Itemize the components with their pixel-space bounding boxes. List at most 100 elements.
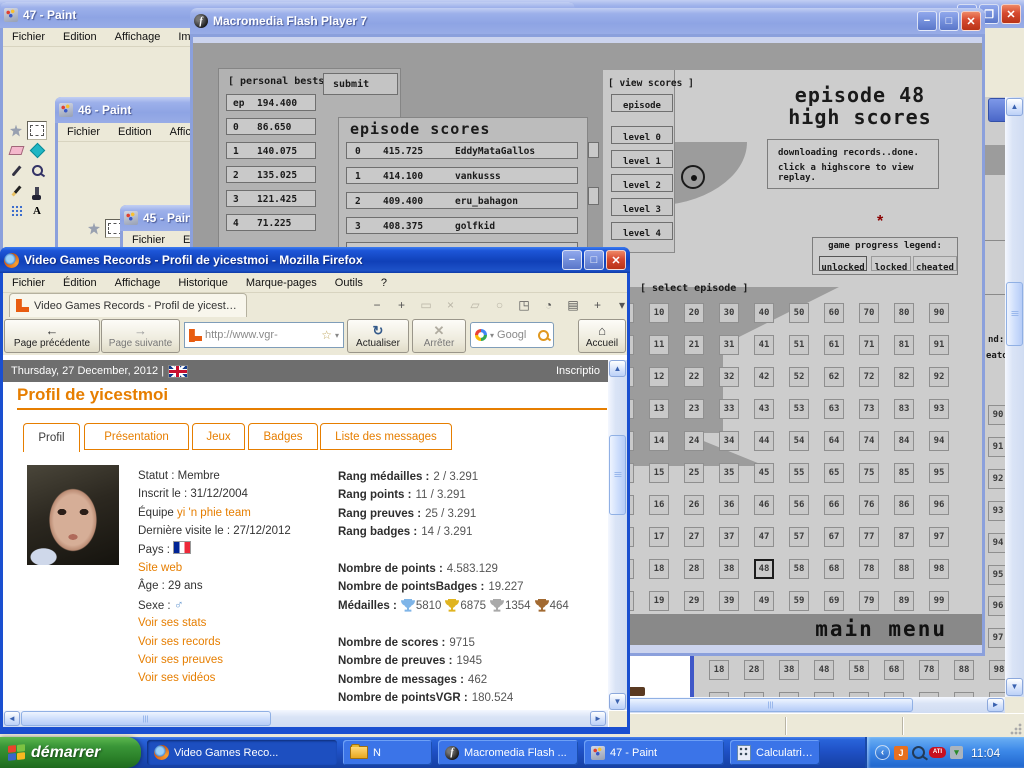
resize-grip[interactable] [1009, 722, 1022, 735]
scroll-up-icon[interactable]: ▲ [609, 360, 626, 377]
episode-cell[interactable]: 51 [789, 335, 809, 355]
episode-cell[interactable]: 39 [719, 591, 739, 611]
text-tool[interactable]: A [27, 201, 47, 220]
magnifier-icon[interactable] [912, 746, 925, 759]
url-field[interactable]: http://www.vgr- ☆ ▾ [184, 322, 344, 348]
episode-cell[interactable]: 29 [684, 591, 704, 611]
titlebar[interactable]: Video Games Records - Profil de yicestmo… [0, 247, 630, 273]
episode-cell[interactable]: 68 [884, 660, 904, 680]
menu-item[interactable]: Affichage [106, 275, 170, 291]
episode-cell[interactable]: 85 [894, 463, 914, 483]
menu-item[interactable]: ? [372, 275, 396, 291]
scroll-down-icon[interactable]: ▼ [1006, 678, 1023, 696]
vertical-scrollbar[interactable]: ▲ ▼ [1005, 97, 1024, 697]
back-button[interactable]: ← Page précédente [4, 319, 100, 353]
episode-cell[interactable]: 53 [789, 399, 809, 419]
menu-item[interactable]: Edition [54, 29, 106, 45]
taskbar-button[interactable]: N [343, 740, 432, 765]
menu-item[interactable]: Affichage [106, 29, 170, 45]
episode-cell[interactable]: 40 [754, 303, 774, 323]
episode-score-row[interactable]: 1 414.100 vankusss [346, 167, 578, 184]
episode-cell[interactable]: 90 [929, 303, 949, 323]
episode-cell[interactable]: 59 [789, 591, 809, 611]
tab-profil[interactable]: Profil [23, 423, 80, 452]
episode-cell[interactable]: 18 [709, 660, 729, 680]
episode-cell[interactable]: 61 [824, 335, 844, 355]
episode-cell[interactable]: 89 [894, 591, 914, 611]
view-scores-button[interactable]: level 0 [611, 126, 673, 144]
personal-best-row[interactable]: 2 135.025 [226, 166, 316, 183]
episode-cell[interactable]: 98 [929, 559, 949, 579]
episode-score-row[interactable]: 0 415.725 EddyMataGallos [346, 142, 578, 159]
free-select-tool[interactable] [6, 121, 26, 140]
tray-collapse-chevron-icon[interactable]: ‹ [875, 745, 890, 760]
profile-link[interactable]: Voir ses vidéos [138, 672, 215, 684]
episode-cell[interactable]: 65 [824, 463, 844, 483]
menu-item[interactable]: Outils [326, 275, 372, 291]
refresh-button[interactable]: ↻ Actualiser [347, 319, 409, 353]
airbrush-tool[interactable] [6, 201, 26, 220]
taskbar-button[interactable]: Calculatrice [730, 740, 820, 765]
stop-button[interactable]: ✕ Arrêter [412, 319, 466, 353]
episode-cell[interactable]: 87 [894, 527, 914, 547]
view-scores-button[interactable]: level 1 [611, 150, 673, 168]
taskbar-button[interactable]: 47 - Paint [584, 740, 724, 765]
url-dropdown-icon[interactable]: ▾ [335, 331, 339, 340]
bookmark-star-icon[interactable]: ☆ [321, 328, 332, 342]
episode-cell[interactable]: 33 [719, 399, 739, 419]
personal-best-row[interactable]: 0 86.650 [226, 118, 316, 135]
scrollbar-thumb[interactable] [21, 711, 271, 726]
episode-cell[interactable]: 34 [719, 431, 739, 451]
episode-cell[interactable]: 99 [929, 591, 949, 611]
episode-cell[interactable]: 67 [824, 527, 844, 547]
episode-cell[interactable]: 75 [859, 463, 879, 483]
episode-cell[interactable]: 20 [684, 303, 704, 323]
browser-tab[interactable]: Video Games Records - Profil de yicestmo… [9, 293, 247, 317]
episode-cell[interactable]: 60 [824, 303, 844, 323]
episode-cell[interactable]: 96 [929, 495, 949, 515]
paste-icon[interactable]: ▭ [416, 297, 436, 313]
episode-cell[interactable]: 64 [824, 431, 844, 451]
minimize-button[interactable]: − [917, 11, 937, 31]
view-scores-button[interactable]: level 3 [611, 198, 673, 216]
tab-jeux[interactable]: Jeux [192, 423, 245, 450]
episode-score-row[interactable]: 3 408.375 golfkid [346, 217, 578, 234]
episode-cell[interactable]: 78 [919, 660, 939, 680]
scroll-right-icon[interactable]: ► [987, 698, 1004, 712]
episode-cell[interactable]: 92 [929, 367, 949, 387]
brush-tool[interactable] [27, 181, 47, 200]
print-icon[interactable]: ▤ [563, 297, 583, 313]
episode-cell[interactable]: 82 [894, 367, 914, 387]
horizontal-scrollbar[interactable]: ► [575, 697, 1005, 713]
java-icon[interactable]: J [894, 745, 908, 760]
episode-cell[interactable]: 52 [789, 367, 809, 387]
profile-link[interactable]: yi 'n phie team [177, 507, 251, 519]
resize-grip[interactable] [609, 711, 627, 727]
horizontal-scrollbar[interactable]: ◄ ► [3, 710, 608, 727]
episode-cell[interactable]: 28 [684, 559, 704, 579]
episode-cell[interactable]: 45 [754, 463, 774, 483]
device-icon[interactable]: ▾ [950, 746, 963, 759]
episode-cell[interactable]: 23 [684, 399, 704, 419]
scroll-down-icon[interactable]: ▼ [609, 693, 626, 710]
episode-cell[interactable]: 47 [754, 527, 774, 547]
episode-cell[interactable]: 73 [859, 399, 879, 419]
search-field[interactable]: ▾ Googl [470, 322, 554, 348]
taskbar-button[interactable]: Macromedia Flash ... [438, 740, 578, 765]
ati-icon[interactable]: ATI [929, 747, 946, 758]
episode-cell[interactable]: 30 [719, 303, 739, 323]
menu-item[interactable]: Fichier [3, 29, 54, 45]
legend-item-locked[interactable]: locked [871, 256, 911, 273]
rect-select-tool[interactable] [27, 121, 47, 140]
scroll-up-icon[interactable]: ▲ [1006, 98, 1023, 116]
taskbar-button[interactable]: Video Games Reco... [147, 740, 337, 765]
menu-item[interactable]: Edition [109, 124, 161, 140]
episode-cell[interactable]: 66 [824, 495, 844, 515]
episode-cell[interactable]: 17 [649, 527, 669, 547]
search-dropdown-icon[interactable]: ▾ [490, 331, 494, 340]
scores-scrollbar-button[interactable] [588, 142, 599, 158]
history-icon[interactable]: ◔ [539, 297, 559, 313]
episode-cell[interactable]: 15 [649, 463, 669, 483]
episode-cell[interactable]: 11 [649, 335, 669, 355]
menu-item[interactable]: Édition [54, 275, 106, 291]
